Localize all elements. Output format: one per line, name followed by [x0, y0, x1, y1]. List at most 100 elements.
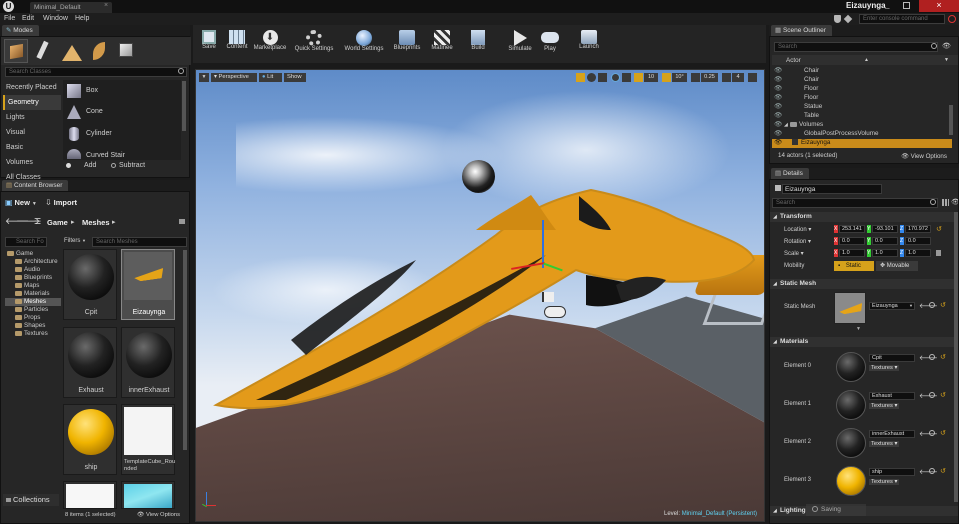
- cb-view-options[interactable]: 👁 View Options: [137, 512, 180, 518]
- outliner-visibility-toggle[interactable]: 👁: [942, 42, 956, 51]
- eye-toggle-icon[interactable]: 👁: [951, 198, 958, 206]
- content-browser-tab[interactable]: ▤ Content Browser: [2, 180, 69, 191]
- eye-icon[interactable]: 👁: [772, 112, 784, 120]
- eye-icon[interactable]: 👁: [772, 67, 784, 75]
- landscape-mode-icon[interactable]: [60, 39, 84, 63]
- viewport-options-button[interactable]: ▼: [199, 73, 209, 82]
- tree-item-textures[interactable]: Textures: [5, 330, 61, 338]
- add-radio[interactable]: [66, 163, 71, 168]
- asset-search-input[interactable]: Search Meshes: [92, 237, 187, 247]
- tree-item-shapes[interactable]: Shapes: [5, 322, 61, 330]
- console-input[interactable]: Enter console command: [859, 14, 945, 24]
- asset-grid-scrollbar[interactable]: [183, 250, 187, 450]
- actor-column-header[interactable]: Actor: [786, 57, 801, 64]
- transform-section-header[interactable]: ◢ Transform: [770, 212, 958, 222]
- outliner-view-options[interactable]: 👁 View Options: [901, 152, 947, 160]
- item-cone[interactable]: Cone: [65, 104, 179, 120]
- scale-y-field[interactable]: 1.0: [872, 249, 898, 257]
- material-dropdown[interactable]: ship: [869, 468, 915, 476]
- surface-snap-icon[interactable]: [622, 73, 631, 82]
- textures-button[interactable]: Textures ▾: [869, 403, 900, 409]
- outliner-row-eizauynga[interactable]: 👁 Eizauynga: [772, 139, 952, 148]
- location-label[interactable]: Location ▾: [784, 226, 811, 233]
- actor-name-field[interactable]: Eizauynga: [782, 184, 882, 194]
- blueprints-button[interactable]: Blueprints: [391, 28, 423, 60]
- static-mesh-section-header[interactable]: ◢ Static Mesh: [770, 279, 958, 289]
- tree-item-architecture[interactable]: Architecture: [5, 258, 61, 266]
- perspective-button[interactable]: ▾ Perspective: [211, 73, 257, 82]
- level-tab[interactable]: Minimal_Default: [30, 2, 112, 13]
- outliner-scrollbar[interactable]: [949, 105, 953, 135]
- lock-icon[interactable]: [179, 219, 185, 224]
- menu-window[interactable]: Window: [43, 15, 68, 22]
- outliner-row-chair[interactable]: 👁 Chair: [772, 67, 952, 76]
- quick-settings-button[interactable]: Quick Settings: [291, 28, 337, 60]
- gizmo-z-axis[interactable]: [542, 220, 544, 268]
- rotation-y-field[interactable]: 0.0: [872, 237, 898, 245]
- scale-label[interactable]: Scale ▾: [784, 250, 804, 257]
- tree-item-audio[interactable]: Audio: [5, 266, 61, 274]
- lock-scale-icon[interactable]: [936, 250, 941, 256]
- tree-item-game[interactable]: Game: [5, 250, 61, 258]
- show-button[interactable]: Show: [284, 73, 306, 82]
- category-visual[interactable]: Visual: [3, 125, 61, 140]
- browse-icon[interactable]: [929, 354, 935, 360]
- build-button[interactable]: Build: [463, 28, 493, 60]
- tree-item-blueprints[interactable]: Blueprints: [5, 274, 61, 282]
- eye-icon[interactable]: 👁: [772, 85, 784, 93]
- path-tree-icon[interactable]: ☰: [34, 217, 41, 226]
- asset-tile-partial-2[interactable]: [121, 481, 175, 509]
- asset-tile-cpit[interactable]: Cpit: [63, 249, 117, 320]
- tree-item-meshes[interactable]: Meshes: [5, 298, 61, 306]
- world-settings-button[interactable]: World Settings: [342, 28, 386, 60]
- asset-tile-ship[interactable]: ship: [63, 404, 117, 475]
- simulate-button[interactable]: Simulate: [505, 28, 535, 60]
- rotation-label[interactable]: Rotation ▾: [784, 238, 811, 245]
- reset-icon[interactable]: ↺: [940, 391, 946, 399]
- player-start-icon[interactable]: [538, 292, 574, 328]
- tree-item-maps[interactable]: Maps: [5, 282, 61, 290]
- scale-tool-icon[interactable]: [598, 73, 607, 82]
- lit-button[interactable]: ● Lit: [259, 73, 282, 82]
- details-search-input[interactable]: Search: [772, 198, 938, 208]
- spaceship-mesh[interactable]: [196, 70, 765, 522]
- outliner-row-floor-2[interactable]: 👁 Floor: [772, 94, 952, 103]
- menu-file[interactable]: File: [4, 15, 15, 22]
- scale-x-field[interactable]: 1.0: [839, 249, 865, 257]
- tree-item-props[interactable]: Props: [5, 314, 61, 322]
- movable-toggle[interactable]: ✥ Movable: [876, 261, 918, 271]
- textures-button[interactable]: Textures ▾: [869, 365, 900, 371]
- reset-icon[interactable]: ↺: [940, 467, 946, 475]
- translate-tool-icon[interactable]: [576, 73, 585, 82]
- item-box[interactable]: Box: [65, 83, 179, 99]
- minimize-icon[interactable]: _: [885, 0, 889, 9]
- material-thumbnail[interactable]: [836, 428, 866, 458]
- camera-speed-icon[interactable]: [722, 73, 731, 82]
- category-lights[interactable]: Lights: [3, 110, 61, 125]
- material-thumbnail[interactable]: [836, 390, 866, 420]
- asset-tile-partial-1[interactable]: [63, 481, 117, 509]
- outliner-row-floor[interactable]: 👁 Floor: [772, 85, 952, 94]
- static-toggle[interactable]: ▪ Static: [834, 261, 874, 271]
- eye-icon[interactable]: 👁: [772, 94, 784, 102]
- path-leaf[interactable]: Meshes: [82, 218, 110, 227]
- location-x-field[interactable]: 253.141: [839, 225, 865, 233]
- scale-snap-value[interactable]: 0.25: [701, 73, 718, 82]
- outliner-tab[interactable]: ▦ Scene Outliner: [771, 25, 832, 36]
- material-dropdown[interactable]: innerExhaust: [869, 430, 915, 438]
- paint-mode-icon[interactable]: [32, 39, 56, 63]
- eye-icon[interactable]: 👁: [772, 76, 784, 84]
- geometry-edit-icon[interactable]: [114, 39, 138, 63]
- category-all-classes[interactable]: All Classes: [3, 170, 61, 179]
- outliner-search-input[interactable]: Search: [774, 42, 938, 52]
- location-y-field[interactable]: -93.101: [872, 225, 898, 233]
- world-local-icon[interactable]: [611, 73, 620, 82]
- menu-edit[interactable]: Edit: [22, 15, 34, 22]
- materials-section-header[interactable]: ◢ Materials: [770, 337, 958, 347]
- browse-icon[interactable]: [929, 468, 935, 474]
- rot-snap-icon[interactable]: [662, 73, 671, 82]
- category-geometry[interactable]: Geometry: [3, 95, 61, 110]
- outliner-row-volumes[interactable]: 👁 ◢ Volumes: [772, 121, 952, 130]
- subtract-radio[interactable]: [111, 163, 116, 168]
- grid-snap-icon[interactable]: [634, 73, 643, 82]
